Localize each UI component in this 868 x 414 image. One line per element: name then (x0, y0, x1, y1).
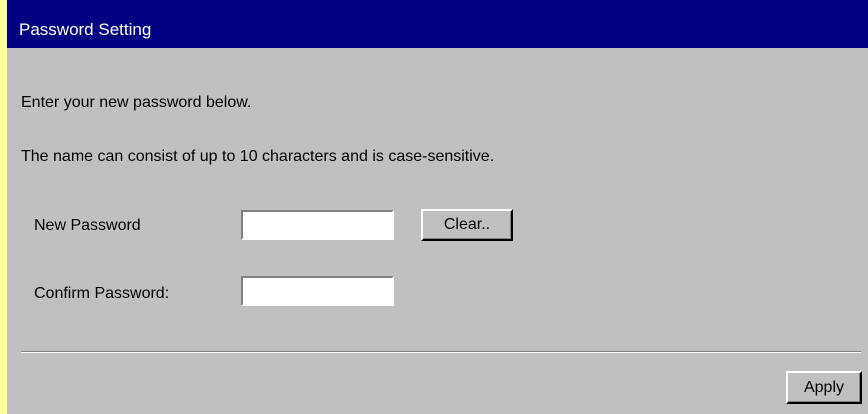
constraint-text: The name can consist of up to 10 charact… (21, 148, 495, 165)
page-title: Password Setting (19, 20, 152, 39)
clear-button[interactable]: Clear.. (421, 209, 513, 241)
divider (21, 351, 861, 353)
left-edge-strip (0, 0, 7, 414)
confirm-password-input[interactable] (241, 276, 394, 306)
confirm-password-label: Confirm Password: (34, 285, 170, 302)
new-password-input[interactable] (241, 210, 394, 240)
instruction-text: Enter your new password below. (21, 94, 252, 111)
apply-button[interactable]: Apply (786, 371, 862, 404)
title-bar: Password Setting (7, 0, 868, 48)
new-password-label: New Password (34, 217, 141, 234)
